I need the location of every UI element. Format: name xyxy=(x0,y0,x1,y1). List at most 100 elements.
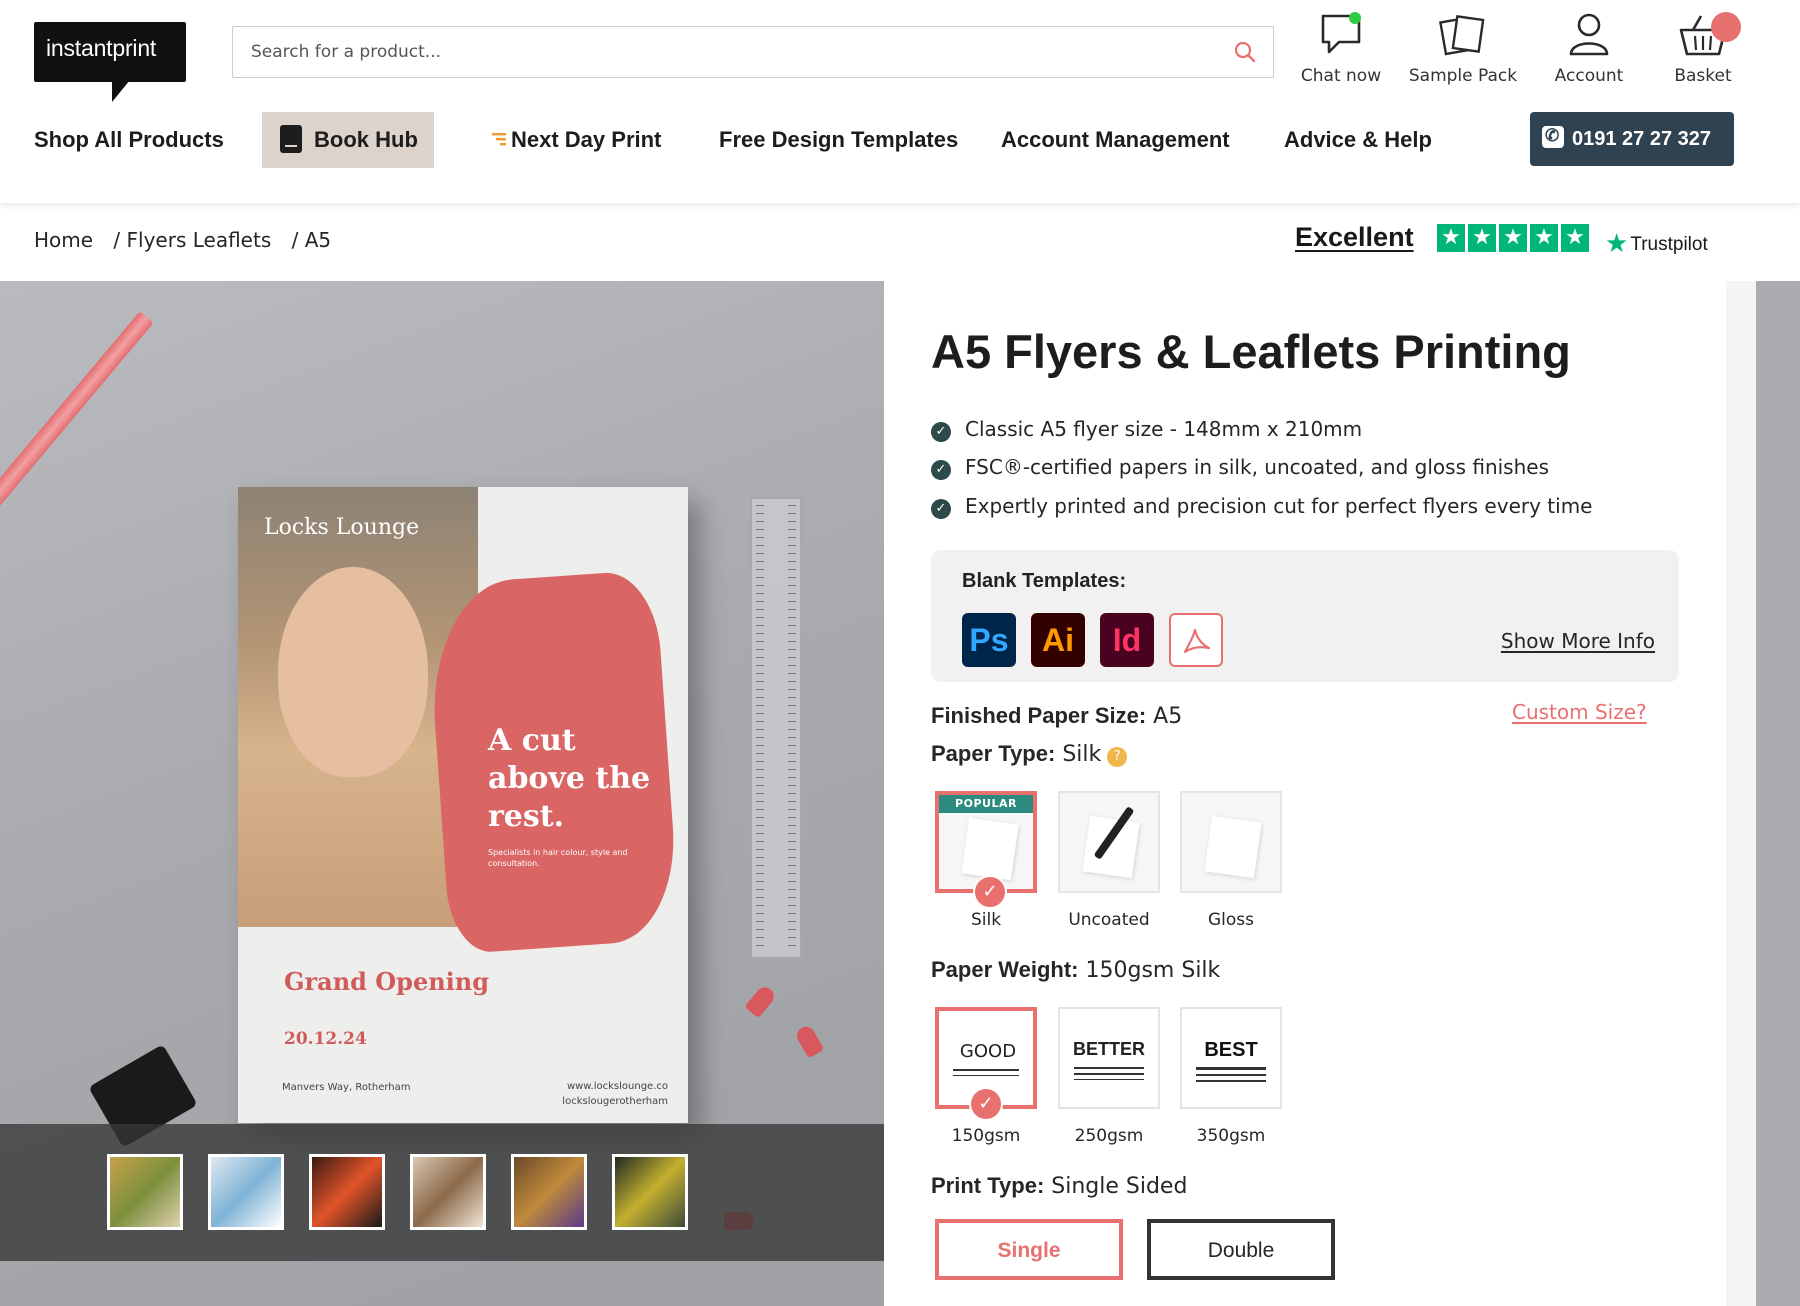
paper-sheet-image xyxy=(1082,815,1140,879)
panel-scroll-track[interactable] xyxy=(1726,281,1756,1306)
photoshop-template-icon[interactable]: Ps xyxy=(962,613,1016,667)
paper-weight-best-card[interactable]: BEST xyxy=(1180,1007,1282,1109)
weight-line xyxy=(953,1069,1019,1071)
search-icon[interactable] xyxy=(1233,40,1257,64)
trustpilot-rating-word[interactable]: Excellent xyxy=(1295,222,1414,253)
nav-account-management[interactable]: Account Management xyxy=(1001,112,1230,168)
paper-type-uncoated-card[interactable] xyxy=(1058,791,1160,893)
star-icon: ★ xyxy=(1499,224,1527,252)
nav-next-day-print-label: Next Day Print xyxy=(511,127,662,152)
nav-book-hub-label: Book Hub xyxy=(314,127,418,152)
flyer-address: Manvers Way, Rotherham xyxy=(282,1082,411,1093)
account-button[interactable]: Account xyxy=(1529,10,1649,86)
paper-weight-good-card[interactable]: GOOD ✓ xyxy=(935,1007,1037,1121)
check-circle-icon: ✓ xyxy=(931,460,951,480)
paper-weight-value: 150gsm Silk xyxy=(1085,958,1221,983)
star-icon: ★ xyxy=(1468,224,1496,252)
nav-shop-all-products[interactable]: Shop All Products xyxy=(34,112,224,168)
feature-item: ✓ FSC®-certified papers in silk, uncoated… xyxy=(931,455,1549,480)
basket-count-badge xyxy=(1711,12,1741,42)
weight-tier-good: GOOD xyxy=(959,1041,1017,1062)
ruler-prop xyxy=(750,497,802,959)
product-hero-image: Locks Lounge A cut above the rest. Speci… xyxy=(0,281,884,1306)
selected-check-icon: ✓ xyxy=(973,875,1007,909)
custom-size-link[interactable]: Custom Size? xyxy=(1512,700,1647,724)
gallery-thumbnail-3[interactable] xyxy=(309,1154,385,1230)
page-title: A5 Flyers & Leaflets Printing xyxy=(931,325,1571,378)
paper-type-gloss-label: Gloss xyxy=(1207,910,1254,930)
show-more-info-link[interactable]: Show More Info xyxy=(1501,629,1655,653)
check-circle-icon: ✓ xyxy=(931,499,951,519)
print-type-value: Single Sided xyxy=(1051,1174,1188,1199)
weight-tier-better: BETTER xyxy=(1073,1039,1145,1059)
push-pin-prop xyxy=(744,983,778,1019)
phone-number-button[interactable]: 0191 27 27 327 xyxy=(1530,109,1734,166)
instantprint-logo[interactable]: instantprint xyxy=(34,22,186,102)
nav-free-design-templates[interactable]: Free Design Templates xyxy=(719,112,958,168)
check-circle-icon: ✓ xyxy=(931,422,951,442)
nav-next-day-print[interactable]: Next Day Print xyxy=(490,112,661,168)
trustpilot-brand: ★ Trustpilot xyxy=(1605,226,1708,258)
finished-paper-size: Finished Paper Size: A5 xyxy=(931,703,1182,729)
book-icon xyxy=(280,125,302,154)
feature-text: Expertly printed and precision cut for p… xyxy=(965,494,1593,518)
indesign-template-icon[interactable]: Id xyxy=(1100,613,1154,667)
flyer-event: Grand Opening xyxy=(284,967,490,996)
sample-pack-label: Sample Pack xyxy=(1408,66,1518,86)
paper-sheet-image xyxy=(961,817,1019,881)
basket-label: Basket xyxy=(1674,66,1732,86)
gallery-thumbnail-4[interactable] xyxy=(410,1154,486,1230)
trustpilot-star-icon: ★ xyxy=(1605,228,1629,258)
paper-type-silk-card[interactable]: POPULAR ✓ xyxy=(935,791,1037,909)
paper-type-silk-label: Silk xyxy=(970,910,1002,930)
nav-book-hub[interactable]: Book Hub xyxy=(262,112,434,168)
weight-line xyxy=(1196,1067,1266,1070)
weight-line xyxy=(953,1075,1019,1076)
finished-size-label: Finished Paper Size: xyxy=(931,703,1147,728)
paper-weight-better-card[interactable]: BETTER xyxy=(1058,1007,1160,1109)
speed-lines-icon xyxy=(492,133,506,146)
nav-advice-help[interactable]: Advice & Help xyxy=(1284,112,1432,168)
gallery-thumbnail-6[interactable] xyxy=(612,1154,688,1230)
help-question-icon[interactable]: ? xyxy=(1107,747,1128,767)
chat-now-button[interactable]: Chat now xyxy=(1281,10,1401,86)
paper-type-uncoated-label: Uncoated xyxy=(1068,910,1150,930)
feature-item: ✓ Expertly printed and precision cut for … xyxy=(931,494,1592,519)
search-input[interactable] xyxy=(251,39,1201,65)
gallery-thumbnail-2[interactable] xyxy=(208,1154,284,1230)
weight-line xyxy=(1196,1080,1266,1082)
gallery-thumbnail-5[interactable] xyxy=(511,1154,587,1230)
sample-pack-button[interactable]: Sample Pack xyxy=(1403,10,1523,86)
popular-badge: POPULAR xyxy=(939,795,1033,813)
flyer-subline: Specialists in hair colour, style and co… xyxy=(488,848,628,868)
paper-sheet-image xyxy=(1204,815,1262,879)
flyer-brand: Locks Lounge xyxy=(264,515,420,540)
breadcrumb-home[interactable]: Home xyxy=(34,228,93,252)
star-icon: ★ xyxy=(1437,224,1465,252)
paper-type-heading: Paper Type: Silk? xyxy=(931,741,1128,767)
print-type-double-button[interactable]: Double xyxy=(1147,1219,1335,1280)
print-type-label: Print Type: xyxy=(931,1173,1045,1198)
pdf-template-icon[interactable] xyxy=(1169,613,1223,667)
print-type-single-button[interactable]: Single xyxy=(935,1219,1123,1280)
flyer-social: lockslougerotherham xyxy=(562,1096,668,1107)
weight-350-label: 350gsm xyxy=(1196,1126,1266,1146)
weight-tier-best: BEST xyxy=(1204,1039,1258,1061)
sample-pack-icon xyxy=(1439,14,1485,56)
basket-button[interactable]: Basket xyxy=(1643,10,1763,86)
illustrator-template-icon[interactable]: Ai xyxy=(1031,613,1085,667)
star-icon: ★ xyxy=(1561,224,1589,252)
weight-250-label: 250gsm xyxy=(1074,1126,1144,1146)
phone-icon xyxy=(1542,109,1564,163)
sample-flyer: Locks Lounge A cut above the rest. Speci… xyxy=(238,487,688,1123)
paper-type-gloss-card[interactable] xyxy=(1180,791,1282,893)
breadcrumb-flyers-leaflets[interactable]: / Flyers Leaflets xyxy=(113,228,271,252)
right-gutter xyxy=(1756,281,1800,1306)
gallery-thumbnail-1[interactable] xyxy=(107,1154,183,1230)
flyer-tagline: A cut above the rest. xyxy=(488,723,651,834)
feature-text: Classic A5 flyer size - 148mm x 210mm xyxy=(965,417,1363,441)
chat-now-label: Chat now xyxy=(1300,66,1382,86)
flyer-face xyxy=(278,567,428,777)
blank-templates-box: Blank Templates: Ps Ai Id Show More Info xyxy=(931,550,1679,682)
selected-check-icon: ✓ xyxy=(969,1087,1003,1121)
